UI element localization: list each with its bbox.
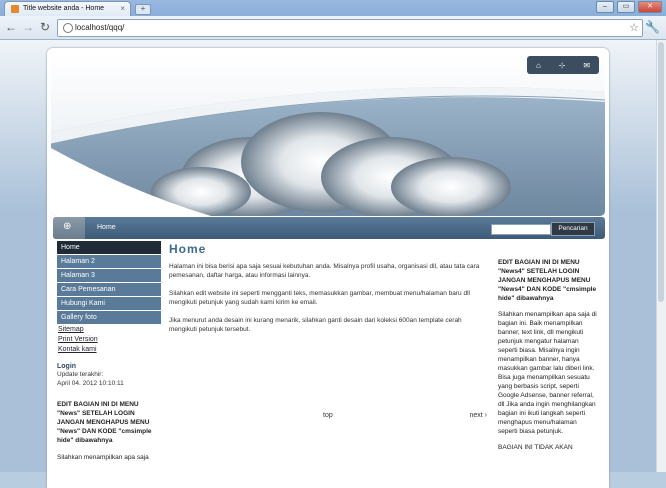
favicon-icon — [11, 5, 19, 13]
page-title: Home — [169, 242, 207, 256]
close-button[interactable]: ✕ — [638, 1, 662, 13]
top-icon-bar: ⌂ ⊹ ✉ — [527, 56, 599, 74]
sidebar-item-hubungi-kami[interactable]: Hubungi Kami — [57, 297, 161, 310]
kontak-kami-link[interactable]: Kontak kami — [57, 345, 161, 355]
right-edit-note: EDIT BAGIAN INI DI MENU "News4" SETELAH … — [498, 259, 597, 302]
breadcrumb[interactable]: Home — [97, 224, 116, 231]
window-controls: – ▭ ✕ — [596, 1, 662, 13]
right-text-2: BAGIAN INI TIDAK AKAN — [498, 444, 573, 451]
new-tab-button[interactable]: + — [135, 4, 151, 15]
paragraph-1: Halaman ini bisa berisi apa saja sesuai … — [169, 263, 480, 279]
right-column: EDIT BAGIAN INI DI MENU "News4" SETELAH … — [498, 258, 598, 452]
web-page: ⌂ ⊹ ✉ ⊕ Home Pencarian Home Halaman 2 Ha… — [0, 40, 666, 488]
sidebar-text: Silahkan menampilkan apa saja — [57, 454, 149, 461]
home-circle-icon: ⊕ — [63, 221, 72, 232]
reload-icon[interactable]: ↻ — [40, 20, 50, 34]
sidebar-item-gallery-foto[interactable]: Gallery foto — [57, 311, 161, 324]
sidebar-item-home[interactable]: Home — [57, 241, 161, 254]
update-value: April 04. 2012 10:10:11 — [57, 380, 124, 387]
forward-arrow-icon[interactable]: → — [22, 20, 34, 34]
page-globe-icon — [63, 23, 73, 33]
top-link[interactable]: top — [323, 412, 333, 419]
search-input[interactable] — [491, 224, 551, 235]
main-content: Home Halaman ini bisa berisi apa saja se… — [169, 242, 487, 343]
search-button[interactable]: Pencarian — [551, 222, 595, 236]
sitemap-link[interactable]: Sitemap — [57, 325, 161, 335]
wrench-icon[interactable]: 🔧 — [645, 20, 660, 34]
print-version-link[interactable]: Print Version — [57, 335, 161, 345]
header-banner: ⌂ ⊹ ✉ — [51, 52, 605, 216]
browser-toolbar: ← → ↻ localhost/qqq/ ☆ — [0, 16, 666, 40]
site-container: ⌂ ⊹ ✉ ⊕ Home Pencarian Home Halaman 2 Ha… — [47, 48, 609, 488]
sidebar: Home Halaman 2 Halaman 3 Cara Pemesanan … — [57, 241, 161, 462]
paragraph-2: Silahkan edit website ini seperti mengga… — [169, 290, 470, 306]
star-icon[interactable]: ☆ — [629, 21, 639, 34]
paragraph-3: Jika menurut anda desain ini kurang mena… — [169, 317, 462, 333]
back-arrow-icon[interactable]: ← — [5, 20, 17, 34]
home-icon[interactable]: ⌂ — [536, 61, 541, 70]
sitemap-icon[interactable]: ⊹ — [559, 61, 566, 70]
tab-strip: Title website anda - Home × + – ▭ ✕ — [0, 0, 666, 17]
address-bar[interactable]: localhost/qqq/ ☆ — [57, 19, 643, 37]
url-text[interactable]: localhost/qqq/ — [75, 23, 124, 32]
next-link[interactable]: next › — [469, 412, 487, 419]
sidebar-item-halaman-2[interactable]: Halaman 2 — [57, 255, 161, 268]
right-text: Silahkan menampilkan apa saja di bagian … — [498, 311, 597, 435]
maximize-button[interactable]: ▭ — [617, 1, 635, 13]
browser-tab[interactable]: Title website anda - Home × — [4, 1, 131, 17]
scrollbar[interactable] — [656, 40, 666, 472]
menu-bar: ⊕ Home Pencarian — [53, 217, 605, 239]
sidebar-item-halaman-3[interactable]: Halaman 3 — [57, 269, 161, 282]
scrollbar-thumb[interactable] — [658, 42, 664, 302]
minimize-button[interactable]: – — [596, 1, 614, 13]
tab-close-icon[interactable]: × — [120, 4, 125, 13]
tab-title: Title website anda - Home — [23, 5, 105, 12]
cloud-image — [51, 87, 605, 216]
sidebar-item-cara-pemesanan[interactable]: Cara Pemesanan — [57, 283, 161, 296]
sidebar-edit-note: EDIT BAGIAN INI DI MENU "News" SETELAH L… — [57, 401, 152, 444]
home-button[interactable]: ⊕ — [53, 217, 85, 239]
mail-icon[interactable]: ✉ — [583, 61, 590, 70]
login-title[interactable]: Login — [57, 363, 161, 370]
update-label: Update terakhir: — [57, 371, 104, 378]
